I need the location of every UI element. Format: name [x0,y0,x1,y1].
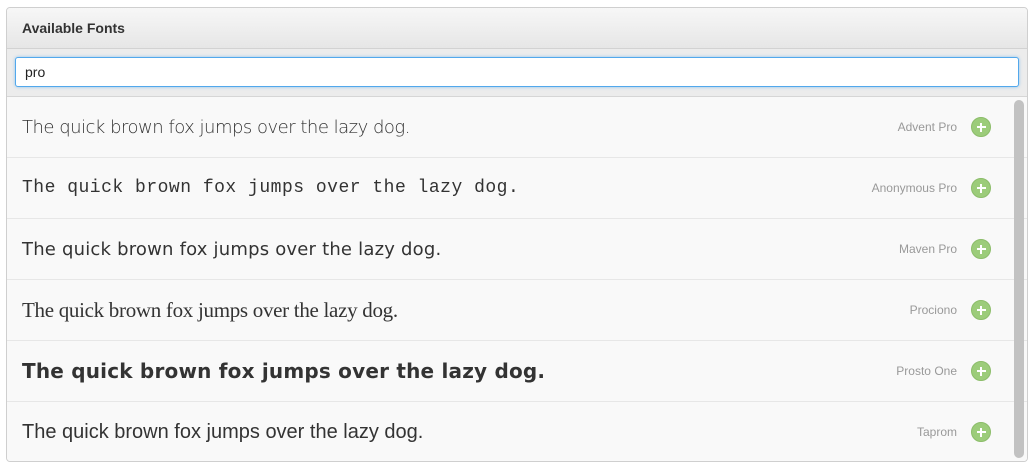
add-font-button[interactable] [971,300,991,320]
add-font-button[interactable] [971,361,991,381]
font-sample: The quick brown fox jumps over the lazy … [22,238,442,260]
font-sample: The quick brown fox jumps over the lazy … [22,359,546,383]
add-font-button[interactable] [971,117,991,137]
add-font-button[interactable] [971,239,991,259]
font-sample: The quick brown fox jumps over the lazy … [22,178,520,198]
font-name: Prociono [909,303,957,317]
font-name: Anonymous Pro [871,181,957,195]
list-scrollbar[interactable] [1014,100,1024,458]
font-list: The quick brown fox jumps over the lazy … [7,97,1027,461]
font-row-anonymous-pro[interactable]: The quick brown fox jumps over the lazy … [7,158,1027,219]
font-name: Maven Pro [898,242,957,256]
font-sample: The quick brown fox jumps over the lazy … [22,420,424,443]
font-sample: The quick brown fox jumps over the lazy … [22,116,410,138]
available-fonts-panel: Available Fonts The quick brown fox jump… [6,7,1028,462]
font-row-advent-pro[interactable]: The quick brown fox jumps over the lazy … [7,97,1027,158]
panel-title: Available Fonts [22,20,125,36]
panel-header: Available Fonts [7,8,1027,49]
add-font-button[interactable] [971,422,991,442]
font-search-input[interactable] [15,57,1019,87]
font-row-maven-pro[interactable]: The quick brown fox jumps over the lazy … [7,219,1027,280]
font-name: Prosto One [896,364,957,378]
add-font-button[interactable] [971,178,991,198]
font-row-taprom[interactable]: The quick brown fox jumps over the lazy … [7,402,1027,461]
font-name: Taprom [916,425,957,439]
font-sample: The quick brown fox jumps over the lazy … [22,297,398,322]
font-row-prociono[interactable]: The quick brown fox jumps over the lazy … [7,280,1027,341]
font-name: Advent Pro [897,120,957,134]
font-row-prosto-one[interactable]: The quick brown fox jumps over the lazy … [7,341,1027,402]
search-bar [7,49,1027,97]
